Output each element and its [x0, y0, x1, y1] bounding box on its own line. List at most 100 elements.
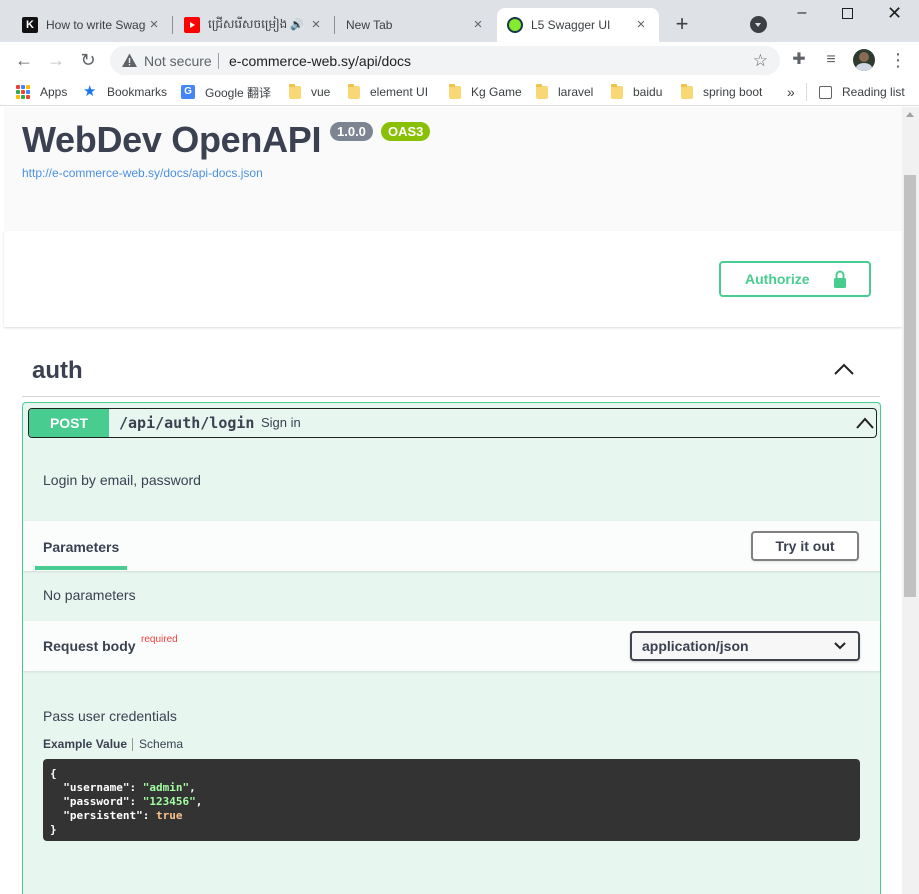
menu-kebab-icon[interactable]: ⋮ [889, 49, 907, 71]
youtube-icon [184, 17, 200, 33]
operation-summary[interactable]: POST /api/auth/login Sign in [28, 408, 877, 438]
tag-name: auth [32, 357, 83, 384]
tab-separator [132, 737, 134, 751]
bookmark-spring-boot[interactable]: spring boot [681, 83, 762, 101]
bookmarks-overflow-button[interactable]: » [787, 83, 795, 101]
bookmark-apps[interactable]: Apps [16, 83, 67, 101]
request-body-description: Pass user credentials [43, 708, 177, 724]
bookmark-star-icon[interactable]: ☆ [753, 51, 768, 71]
lock-icon [834, 270, 846, 288]
bookmark-label: baidu [633, 85, 663, 99]
json-key: "username" [63, 781, 130, 794]
bookmark-kg-game[interactable]: Kg Game [449, 83, 522, 101]
k-letter-icon: K [22, 17, 38, 33]
close-icon[interactable]: × [146, 17, 162, 33]
reading-list-button[interactable]: Reading list [819, 83, 905, 101]
spec-url-link[interactable]: http://e-commerce-web.sy/docs/api-docs.j… [22, 166, 263, 180]
bookmark-label: Google 翻译 [205, 85, 272, 100]
parameters-tab[interactable]: Parameters [43, 539, 119, 555]
request-body-title: Request body [43, 638, 136, 654]
minimize-icon[interactable]: – [795, 5, 809, 21]
tag-header-auth[interactable]: auth [22, 343, 880, 397]
json-string-value: "admin" [142, 781, 190, 794]
close-icon[interactable]: × [470, 17, 486, 33]
version-badge: 1.0.0 [330, 122, 373, 141]
bookmark-label: Kg Game [471, 85, 522, 99]
maximize-icon[interactable] [842, 8, 853, 19]
bookmark-google-translate[interactable]: G Google 翻译 [181, 83, 271, 101]
json-string-value: "123456" [142, 795, 196, 808]
schema-tab[interactable]: Schema [139, 737, 183, 751]
json-brace: { [50, 767, 57, 780]
close-icon[interactable]: × [633, 17, 649, 33]
page-viewport: WebDev OpenAPI 1.0.0 OAS3 http://e-comme… [0, 107, 902, 894]
operation-summary-text: Sign in [261, 415, 301, 430]
json-key: "persistent" [63, 809, 143, 822]
bookmark-bookmarks[interactable]: ★ Bookmarks [83, 83, 167, 101]
oas-badge: OAS3 [381, 122, 431, 141]
authorize-button[interactable]: Authorize [719, 261, 871, 297]
tab-new-tab[interactable]: New Tab × [336, 8, 496, 42]
bookmark-label: laravel [558, 85, 594, 99]
tab-youtube[interactable]: ជ្រើសរើសចម្រៀង 🔊 × [174, 8, 334, 42]
google-translate-icon: G [181, 85, 195, 99]
chevron-up-icon[interactable] [855, 416, 875, 430]
address-bar[interactable]: Not secure e-commerce-web.sy/api/docs ☆ [110, 46, 780, 75]
warning-triangle-icon[interactable] [121, 52, 138, 69]
bookmark-vue[interactable]: vue [289, 83, 330, 101]
omnibox-divider [218, 53, 219, 69]
bookmarks-bar: Apps ★ Bookmarks G Google 翻译 vue element… [0, 78, 919, 106]
back-arrow-icon[interactable]: ← [12, 48, 36, 72]
parameters-tab-underline [35, 566, 127, 570]
operation-path: /api/auth/login [119, 414, 255, 432]
close-window-icon[interactable]: ✕ [887, 4, 902, 22]
profile-avatar[interactable] [853, 49, 875, 71]
scroll-up-arrow-icon[interactable] [906, 112, 914, 117]
bookmark-label: vue [311, 85, 331, 99]
url-text[interactable]: e-commerce-web.sy/api/docs [229, 53, 411, 69]
bookmark-element-ui[interactable]: element UI [348, 83, 428, 101]
required-marker: required [141, 634, 178, 645]
chevron-down-icon [834, 642, 846, 650]
new-tab-button[interactable]: + [670, 13, 694, 37]
swagger-icon [507, 17, 523, 33]
folder-icon [611, 83, 623, 99]
browser-toolbar: ← → ↻ Not secure e-commerce-web.sy/api/d… [0, 42, 919, 78]
tab-search-icon[interactable] [750, 16, 767, 33]
security-label[interactable]: Not secure [144, 53, 212, 69]
tab-divider [172, 16, 173, 34]
request-body-header: Request body required application/json [23, 621, 880, 671]
bookmark-baidu[interactable]: baidu [611, 83, 662, 101]
folder-icon [449, 83, 461, 99]
example-code-block[interactable]: { "username": "admin", "password": "1234… [43, 759, 860, 841]
forward-arrow-icon[interactable]: → [44, 48, 68, 72]
tab-title: L5 Swagger UI [531, 18, 611, 32]
operation-description: Login by email, password [43, 472, 201, 488]
close-icon[interactable]: × [308, 17, 324, 33]
tab-swagger-ui[interactable]: L5 Swagger UI × [497, 8, 659, 42]
bookmark-laravel[interactable]: laravel [536, 83, 593, 101]
scrollbar-thumb[interactable] [904, 175, 916, 597]
no-parameters-text: No parameters [43, 587, 136, 603]
bookmark-label: element UI [370, 85, 429, 99]
reload-icon[interactable]: ↻ [76, 48, 100, 72]
tab-divider [334, 16, 335, 34]
example-value-tab[interactable]: Example Value [43, 737, 132, 751]
chevron-up-icon[interactable] [832, 361, 856, 377]
tab-title: New Tab [346, 18, 393, 32]
authorize-label: Authorize [745, 271, 810, 287]
speaker-icon[interactable]: 🔊 [286, 17, 308, 33]
folder-icon [536, 83, 548, 99]
content-type-select[interactable]: application/json [630, 631, 860, 661]
tab-title: How to write Swagger [46, 18, 146, 32]
extensions-puzzle-icon[interactable]: ✚ [790, 51, 808, 69]
api-title: WebDev OpenAPI [22, 119, 322, 160]
tab-swagger-article[interactable]: K How to write Swagger × [12, 8, 172, 42]
media-queue-icon[interactable]: ≡ [822, 51, 840, 69]
bookmarks-divider [806, 83, 807, 101]
method-badge: POST [29, 409, 109, 437]
star-icon: ★ [83, 83, 97, 100]
folder-icon [289, 83, 301, 99]
try-it-out-button[interactable]: Try it out [751, 531, 859, 561]
content-type-value: application/json [642, 638, 749, 654]
